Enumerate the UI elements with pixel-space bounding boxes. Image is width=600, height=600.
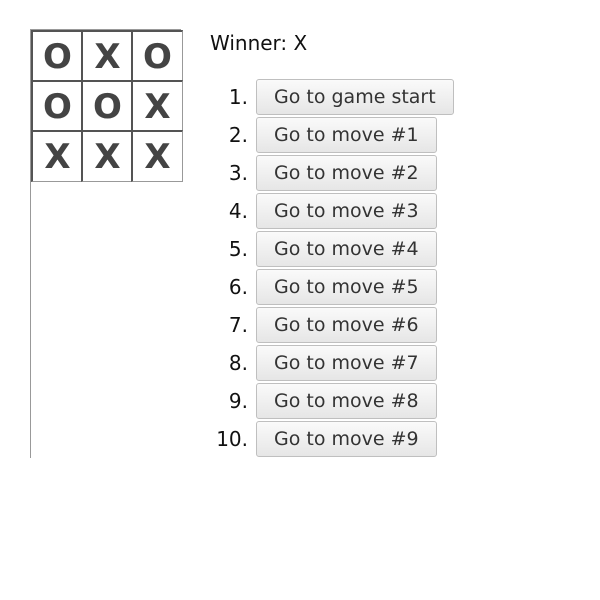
- go-to-move-button[interactable]: Go to move #1: [256, 117, 437, 153]
- move-number: 9.: [228, 389, 248, 413]
- board-square[interactable]: O: [31, 80, 83, 132]
- move-number: 1.: [228, 85, 248, 109]
- board-square[interactable]: O: [31, 30, 83, 82]
- move-number: 7.: [228, 313, 248, 337]
- move-history-list: 1. Go to game start 2. Go to move #1 3. …: [210, 78, 454, 458]
- move-history-item: 1. Go to game start: [210, 78, 454, 116]
- move-history-item: 4. Go to move #3: [210, 192, 454, 230]
- move-history-item: 2. Go to move #1: [210, 116, 454, 154]
- go-to-move-button[interactable]: Go to move #7: [256, 345, 437, 381]
- go-to-move-button[interactable]: Go to game start: [256, 79, 454, 115]
- move-history-item: 7. Go to move #6: [210, 306, 454, 344]
- board-square[interactable]: X: [81, 30, 133, 82]
- move-number: 8.: [228, 351, 248, 375]
- move-number: 2.: [228, 123, 248, 147]
- move-number: 3.: [228, 161, 248, 185]
- move-history-item: 10. Go to move #9: [210, 420, 454, 458]
- game-status: Winner: X: [210, 31, 308, 55]
- move-history-item: 6. Go to move #5: [210, 268, 454, 306]
- game-board: O X O O O X X X X: [30, 29, 183, 458]
- go-to-move-button[interactable]: Go to move #8: [256, 383, 437, 419]
- move-number: 5.: [228, 237, 248, 261]
- board-square[interactable]: X: [81, 130, 133, 182]
- go-to-move-button[interactable]: Go to move #2: [256, 155, 437, 191]
- board-square[interactable]: X: [31, 130, 83, 182]
- game-info: Winner: X 1. Go to game start 2. Go to m…: [210, 29, 454, 458]
- game: O X O O O X X X X Winner: X 1. Go to gam…: [30, 29, 454, 458]
- board-square[interactable]: X: [131, 80, 183, 132]
- move-number: 4.: [228, 199, 248, 223]
- go-to-move-button[interactable]: Go to move #9: [256, 421, 437, 457]
- board-square[interactable]: O: [81, 80, 133, 132]
- go-to-move-button[interactable]: Go to move #4: [256, 231, 437, 267]
- go-to-move-button[interactable]: Go to move #5: [256, 269, 437, 305]
- move-history-item: 9. Go to move #8: [210, 382, 454, 420]
- board-square[interactable]: O: [131, 30, 183, 82]
- go-to-move-button[interactable]: Go to move #3: [256, 193, 437, 229]
- move-history-item: 5. Go to move #4: [210, 230, 454, 268]
- move-history-item: 3. Go to move #2: [210, 154, 454, 192]
- board-square[interactable]: X: [131, 130, 183, 182]
- move-number: 10.: [216, 427, 248, 451]
- go-to-move-button[interactable]: Go to move #6: [256, 307, 437, 343]
- move-history-item: 8. Go to move #7: [210, 344, 454, 382]
- move-number: 6.: [228, 275, 248, 299]
